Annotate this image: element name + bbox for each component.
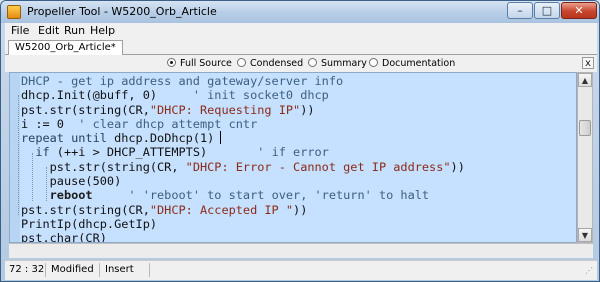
code-token: )) — [293, 202, 308, 217]
tab-w5200-orb-article[interactable]: W5200_Orb_Article* — [8, 40, 123, 56]
scroll-thumb[interactable] — [579, 120, 591, 136]
code-line[interactable]: dhcp.Init(@buff, 0) ' init socket0 dhcp — [21, 88, 465, 102]
radio-unselected-icon — [308, 58, 317, 67]
code-token: (++i > DHCP_ATTEMPTS) — [56, 145, 208, 160]
insert-mode-indicator: Insert — [101, 263, 150, 277]
scroll-down-icon[interactable]: ▼ — [578, 228, 592, 242]
view-full-source-label: Full Source — [180, 58, 232, 69]
code-line[interactable]: pst.char(CR) — [21, 231, 465, 243]
view-condensed-radio[interactable]: Condensed — [237, 58, 303, 70]
text-caret — [220, 131, 222, 145]
code-token: i := 0 — [21, 116, 64, 131]
pane-close-icon[interactable]: x — [582, 57, 594, 69]
code-line[interactable]: PrintIp(dhcp.GetIp) — [21, 217, 465, 231]
code-token: "DHCP: Accepted IP " — [149, 202, 294, 217]
code-line[interactable]: pause(500) — [21, 174, 465, 188]
close-button[interactable]: ✕ — [561, 2, 597, 19]
code-token: if — [21, 145, 57, 160]
view-documentation-label: Documentation — [382, 58, 456, 69]
view-mode-bar: Full Source Condensed Summary Documentat… — [5, 55, 597, 72]
code-token: dhcp.Init(@buff, 0) — [21, 88, 158, 103]
view-full-source-radio[interactable]: Full Source — [167, 58, 232, 70]
menu-edit[interactable]: Edit — [38, 24, 59, 37]
code-token: pst.str(string(CR, — [21, 159, 186, 174]
code-token: "DHCP: Requesting IP" — [149, 102, 301, 117]
code-token: reboot — [21, 188, 93, 203]
maximize-button[interactable]: □ — [534, 2, 560, 19]
code-token: pst.char(CR) — [21, 231, 107, 243]
code-token: dhcp.DoDhcp(1) — [114, 131, 215, 146]
code-token: DHCP - get ip address and gateway/server… — [21, 74, 344, 88]
block-indent-guide — [18, 95, 19, 215]
menu-bar: File Edit Run Help — [5, 23, 597, 39]
view-documentation-radio[interactable]: Documentation — [369, 58, 455, 70]
minimize-button[interactable]: – — [507, 2, 533, 19]
status-bar: 72 : 32 Modified Insert ⋰ — [5, 260, 597, 280]
code-token: ' clear dhcp attempt cntr — [63, 116, 258, 131]
code-token: "DHCP: Error - Cannot get IP address" — [185, 159, 451, 174]
view-condensed-label: Condensed — [250, 58, 304, 69]
code-line[interactable]: i := 0 ' clear dhcp attempt cntr — [21, 117, 465, 131]
scroll-up-icon[interactable]: ▲ — [578, 73, 592, 87]
window-title: Propeller Tool - W5200_Orb_Article — [27, 5, 217, 18]
code-token: pst.str(string(CR, — [21, 102, 150, 117]
code-editor[interactable]: DHCP - get ip address and gateway/server… — [9, 72, 577, 243]
code-token: PrintIp(dhcp.GetIp) — [21, 216, 158, 231]
menu-help[interactable]: Help — [90, 24, 115, 37]
resize-grip-icon[interactable]: ⋰ — [585, 266, 595, 276]
code-token: pst.str(string(CR, — [21, 202, 150, 217]
code-token: )) — [450, 159, 465, 174]
source-code[interactable]: DHCP - get ip address and gateway/server… — [21, 74, 465, 243]
code-token: pause(500) — [21, 174, 122, 189]
code-line[interactable]: pst.str(string(CR,"DHCP: Accepted IP ")) — [21, 203, 465, 217]
code-token: ' if error — [207, 145, 329, 160]
propeller-app-icon — [7, 5, 21, 19]
radio-selected-icon — [167, 58, 176, 67]
menu-run[interactable]: Run — [64, 24, 85, 37]
code-token: repeat until — [21, 131, 115, 146]
code-line[interactable]: reboot ' 'reboot' to start over, 'return… — [21, 188, 465, 202]
view-summary-label: Summary — [321, 58, 367, 69]
code-line[interactable]: DHCP - get ip address and gateway/server… — [21, 74, 465, 88]
code-line[interactable]: pst.str(string(CR, "DHCP: Error - Cannot… — [21, 160, 465, 174]
cursor-position: 72 : 32 — [5, 263, 46, 277]
horizontal-scroll-area — [9, 243, 593, 258]
vertical-scrollbar[interactable]: ▲ ▼ — [577, 72, 593, 243]
code-line[interactable]: repeat until dhcp.DoDhcp(1) — [21, 131, 465, 145]
title-bar[interactable]: Propeller Tool - W5200_Orb_Article – □ ✕ — [1, 1, 599, 23]
radio-unselected-icon — [237, 58, 246, 67]
radio-unselected-icon — [369, 58, 378, 67]
propeller-tool-window: Propeller Tool - W5200_Orb_Article – □ ✕… — [0, 0, 600, 282]
modified-indicator: Modified — [47, 263, 100, 277]
code-line[interactable]: pst.str(string(CR,"DHCP: Requesting IP")… — [21, 103, 465, 117]
menu-file[interactable]: File — [11, 24, 29, 37]
document-tab-strip: W5200_Orb_Article* — [5, 39, 597, 56]
code-token: ' 'reboot' to start over, 'return' to ha… — [92, 188, 430, 203]
code-token: ' init socket0 dhcp — [157, 88, 329, 103]
view-summary-radio[interactable]: Summary — [308, 58, 367, 70]
code-line[interactable]: if (++i > DHCP_ATTEMPTS) ' if error — [21, 145, 465, 159]
code-token: )) — [300, 102, 315, 117]
